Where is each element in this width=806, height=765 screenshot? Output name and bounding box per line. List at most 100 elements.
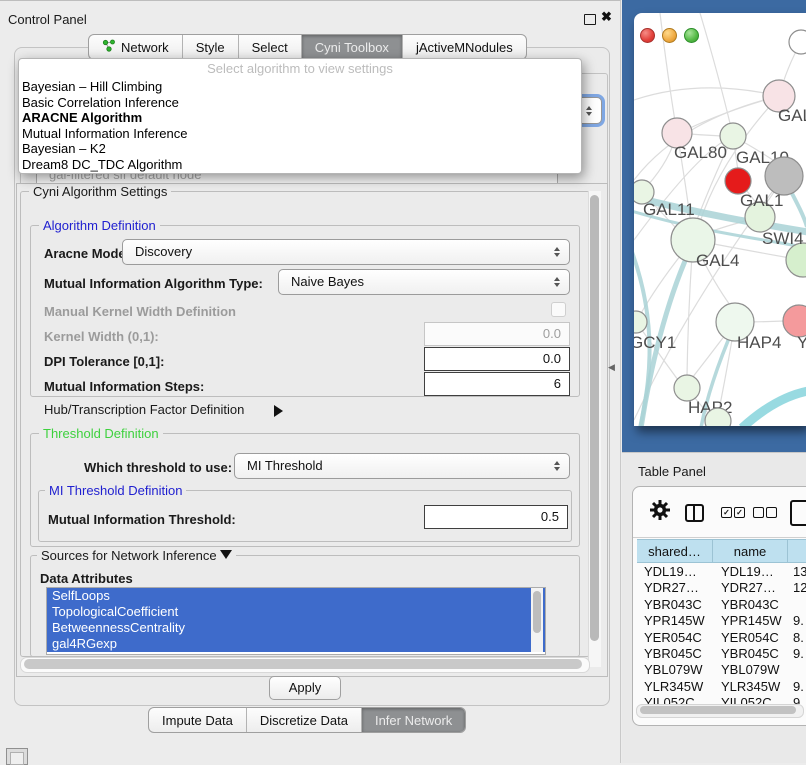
table-cell: YBR045C <box>712 646 786 662</box>
column-header-col3[interactable] <box>788 539 806 563</box>
table-row[interactable]: YBR045CYBR045C9. <box>637 646 806 662</box>
tab-label: Network <box>121 40 169 55</box>
mi-algorithm-type-combo[interactable]: Naive Bayes <box>278 269 570 295</box>
gear-icon[interactable] <box>649 499 671 521</box>
mi-steps-field[interactable]: 6 <box>424 372 570 396</box>
minimized-panel-icon[interactable] <box>6 748 28 765</box>
tab-label: Cyni Toolbox <box>315 40 389 55</box>
combo-stepper-icon[interactable] <box>551 240 563 264</box>
control-panel: Control Panel ✖ gal-filtered sif default… <box>0 0 621 763</box>
mi-threshold-field[interactable]: 0.5 <box>424 505 568 529</box>
table-panel-title: Table Panel <box>638 464 706 479</box>
algorithm-option-bayesian-hill-climbing[interactable]: Bayesian – Hill Climbing <box>19 79 581 95</box>
table-cell: YER054C <box>712 630 786 646</box>
table-cell <box>786 597 806 613</box>
float-window-icon[interactable] <box>584 14 596 25</box>
tab-network[interactable]: Network <box>89 35 183 59</box>
attributes-scrollbar-thumb[interactable] <box>533 591 541 633</box>
table-row[interactable]: YLR345WYLR345W9. <box>637 679 806 695</box>
dpi-tolerance-field[interactable]: 0.0 <box>424 347 570 371</box>
dpi-tolerance-value: 0.0 <box>543 351 561 366</box>
hub-expander-label[interactable]: Hub/Transcription Factor Definition <box>44 402 244 417</box>
algorithm-option-aracne-algorithm[interactable]: ARACNE Algorithm <box>19 110 581 126</box>
mi-threshold-group-title: MI Threshold Definition <box>45 483 186 498</box>
sources-title[interactable]: Sources for Network Inference <box>37 548 236 563</box>
table-horizontal-scrollbar-thumb[interactable] <box>640 706 796 714</box>
zoom-traffic-light[interactable] <box>684 28 699 43</box>
attribute-item-selfloops[interactable]: SelfLoops <box>47 588 545 604</box>
attribute-item-gal4rgexp[interactable]: gal4RGexp <box>47 636 545 652</box>
tab-jactivemnodules[interactable]: jActiveMNodules <box>403 35 526 59</box>
apply-button[interactable]: Apply <box>269 676 341 700</box>
deselect-all-icon[interactable] <box>753 507 764 518</box>
aracne-mode-combo[interactable]: Discovery <box>122 239 570 265</box>
combo-stepper-icon[interactable] <box>583 98 595 123</box>
tab-infer-network[interactable]: Infer Network <box>362 708 465 732</box>
tab-select[interactable]: Select <box>239 35 302 59</box>
table-cell: YBR043C <box>637 597 712 613</box>
tab-cyni-toolbox[interactable]: Cyni Toolbox <box>302 35 403 59</box>
table-row[interactable]: YDR27…YDR27…12 <box>637 580 806 596</box>
table-cell: 9 <box>786 695 806 704</box>
table-row[interactable]: YBL079WYBL079W <box>637 662 806 678</box>
table-row[interactable]: YPR145WYPR145W9. <box>637 613 806 629</box>
network-node-swi4[interactable] <box>786 243 806 277</box>
table-cell: YPR145W <box>637 613 712 629</box>
settings-horizontal-scrollbar-thumb[interactable] <box>24 659 582 669</box>
column-header-name[interactable]: name <box>713 539 788 563</box>
combo-stepper-icon[interactable] <box>551 454 563 478</box>
table-cell: YDL19… <box>637 564 712 580</box>
deselect-all-icon[interactable] <box>766 507 777 518</box>
network-canvas[interactable]: GALGAL80GAL10GAL11GAL1SWI4GAL4GCY1HAP4YH… <box>634 13 806 426</box>
table-cell: YBR045C <box>637 646 712 662</box>
algorithm-option-dream8-dc-tdc-algorithm[interactable]: Dream8 DC_TDC Algorithm <box>19 157 581 173</box>
tab-discretize-data[interactable]: Discretize Data <box>247 708 362 732</box>
table-cell: 12 <box>786 580 806 596</box>
table-cell: 8. <box>786 630 806 646</box>
algorithm-option-basic-correlation-inference[interactable]: Basic Correlation Inference <box>19 95 581 111</box>
column-header-shared[interactable]: shared… <box>637 539 713 563</box>
select-all-icon[interactable]: ✓ <box>721 507 732 518</box>
kernel-width-field[interactable]: 0.0 <box>424 322 570 346</box>
table-cell <box>786 662 806 678</box>
which-threshold-combo[interactable]: MI Threshold <box>234 453 570 479</box>
which-threshold-label: Which threshold to use: <box>84 460 232 475</box>
attribute-item-betweennesscentrality[interactable]: BetweennessCentrality <box>47 620 545 636</box>
node-label-gal: GAL <box>778 106 806 125</box>
kernel-width-label: Kernel Width (0,1): <box>44 329 159 344</box>
columns-icon[interactable] <box>685 504 704 522</box>
panel-divider-arrow[interactable]: ◀ <box>608 362 615 373</box>
expander-right-icon[interactable] <box>274 403 283 421</box>
table-row[interactable]: YER054CYER054C8. <box>637 630 806 646</box>
data-attributes-list[interactable]: SelfLoopsTopologicalCoefficientBetweenne… <box>46 587 546 655</box>
select-all-icon[interactable]: ✓ <box>734 507 745 518</box>
settings-vertical-scrollbar-thumb[interactable] <box>590 195 599 641</box>
network-node[interactable] <box>789 30 806 54</box>
which-threshold-value: MI Threshold <box>247 458 323 473</box>
combo-stepper-icon[interactable] <box>551 270 563 294</box>
node-label-gal80: GAL80 <box>674 143 727 162</box>
network-node-gcy1[interactable] <box>634 311 647 333</box>
table-row[interactable]: YBR043CYBR043C <box>637 597 806 613</box>
attribute-item-topologicalcoefficient[interactable]: TopologicalCoefficient <box>47 604 545 620</box>
table-cell: YDR27… <box>637 580 712 596</box>
algorithm-option-bayesian-k2[interactable]: Bayesian – K2 <box>19 141 581 157</box>
network-node-gal10[interactable] <box>720 123 746 149</box>
close-icon[interactable]: ✖ <box>601 9 612 25</box>
manual-kernel-label: Manual Kernel Width Definition <box>44 304 236 319</box>
minimize-traffic-light[interactable] <box>662 28 677 43</box>
algorithm-option-mutual-information-inference[interactable]: Mutual Information Inference <box>19 126 581 142</box>
tab-impute-data[interactable]: Impute Data <box>149 708 247 732</box>
manual-kernel-checkbox[interactable] <box>551 302 566 317</box>
table-rows: YDL19…YDL19…13YDR27…YDR27…12YBR043CYBR04… <box>637 564 806 704</box>
tab-label: Discretize Data <box>260 713 348 728</box>
mi-threshold-value: 0.5 <box>541 509 559 524</box>
tab-style[interactable]: Style <box>183 35 239 59</box>
table-row[interactable]: YDL19…YDL19…13 <box>637 564 806 580</box>
close-traffic-light[interactable] <box>640 28 655 43</box>
function-builder-icon[interactable] <box>790 500 806 526</box>
network-node[interactable] <box>765 157 803 195</box>
node-label-swi4: SWI4 <box>762 229 804 248</box>
table-cell: 9. <box>786 646 806 662</box>
table-row[interactable]: YIL052CYIL052C9 <box>637 695 806 704</box>
